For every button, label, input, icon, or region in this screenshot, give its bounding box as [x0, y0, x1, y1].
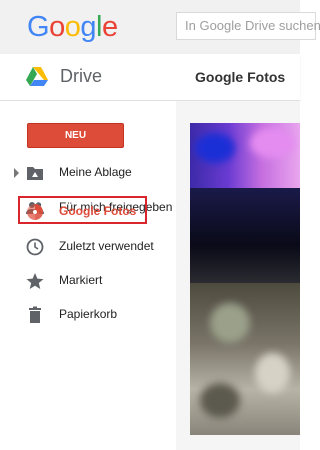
google-logo[interactable]: Google [27, 12, 118, 42]
photo-blob [195, 133, 235, 163]
star-icon [26, 273, 44, 289]
sidebar-item-label: Zuletzt verwendet [59, 239, 154, 253]
sidebar-item-starred[interactable]: Markiert [0, 266, 176, 296]
folder-drive-icon [27, 167, 43, 180]
selection-highlight [18, 196, 147, 224]
photo-blob [255, 353, 290, 393]
logo-letter: G [27, 11, 50, 43]
photo-region-dark [190, 188, 300, 283]
expand-arrow-icon[interactable] [14, 168, 19, 178]
sidebar: NEU Meine Ablage Für mich freigegeben Go… [0, 101, 176, 450]
logo-letter: o [64, 11, 81, 43]
sidebar-item-label: Papierkorb [59, 307, 118, 321]
sidebar-item-my-drive[interactable]: Meine Ablage [0, 158, 176, 188]
photo-blob [210, 303, 250, 343]
sidebar-item-recent[interactable]: Zuletzt verwendet [0, 232, 176, 262]
trash-icon [29, 306, 41, 323]
photo-blob [250, 128, 295, 158]
photo-thumbnail[interactable] [190, 123, 300, 435]
logo-letter: g [80, 11, 96, 43]
logo-letter: e [101, 11, 118, 43]
sidebar-item-trash[interactable]: Papierkorb [0, 300, 176, 330]
drive-appbar: Drive Google Fotos [0, 54, 300, 101]
photo-blob [200, 383, 240, 418]
clock-icon [26, 238, 44, 256]
google-topbar: Google In Google Drive suchen [0, 0, 320, 54]
sidebar-item-label: Meine Ablage [59, 165, 132, 179]
app-name[interactable]: Drive [60, 66, 102, 87]
logo-letter: o [49, 11, 65, 43]
search-placeholder: In Google Drive suchen [185, 18, 320, 33]
drive-logo-icon[interactable] [26, 67, 48, 87]
search-input[interactable]: In Google Drive suchen [176, 12, 320, 40]
sidebar-item-label: Markiert [59, 273, 103, 287]
page-title: Google Fotos [195, 69, 286, 85]
new-button[interactable]: NEU [27, 123, 124, 148]
